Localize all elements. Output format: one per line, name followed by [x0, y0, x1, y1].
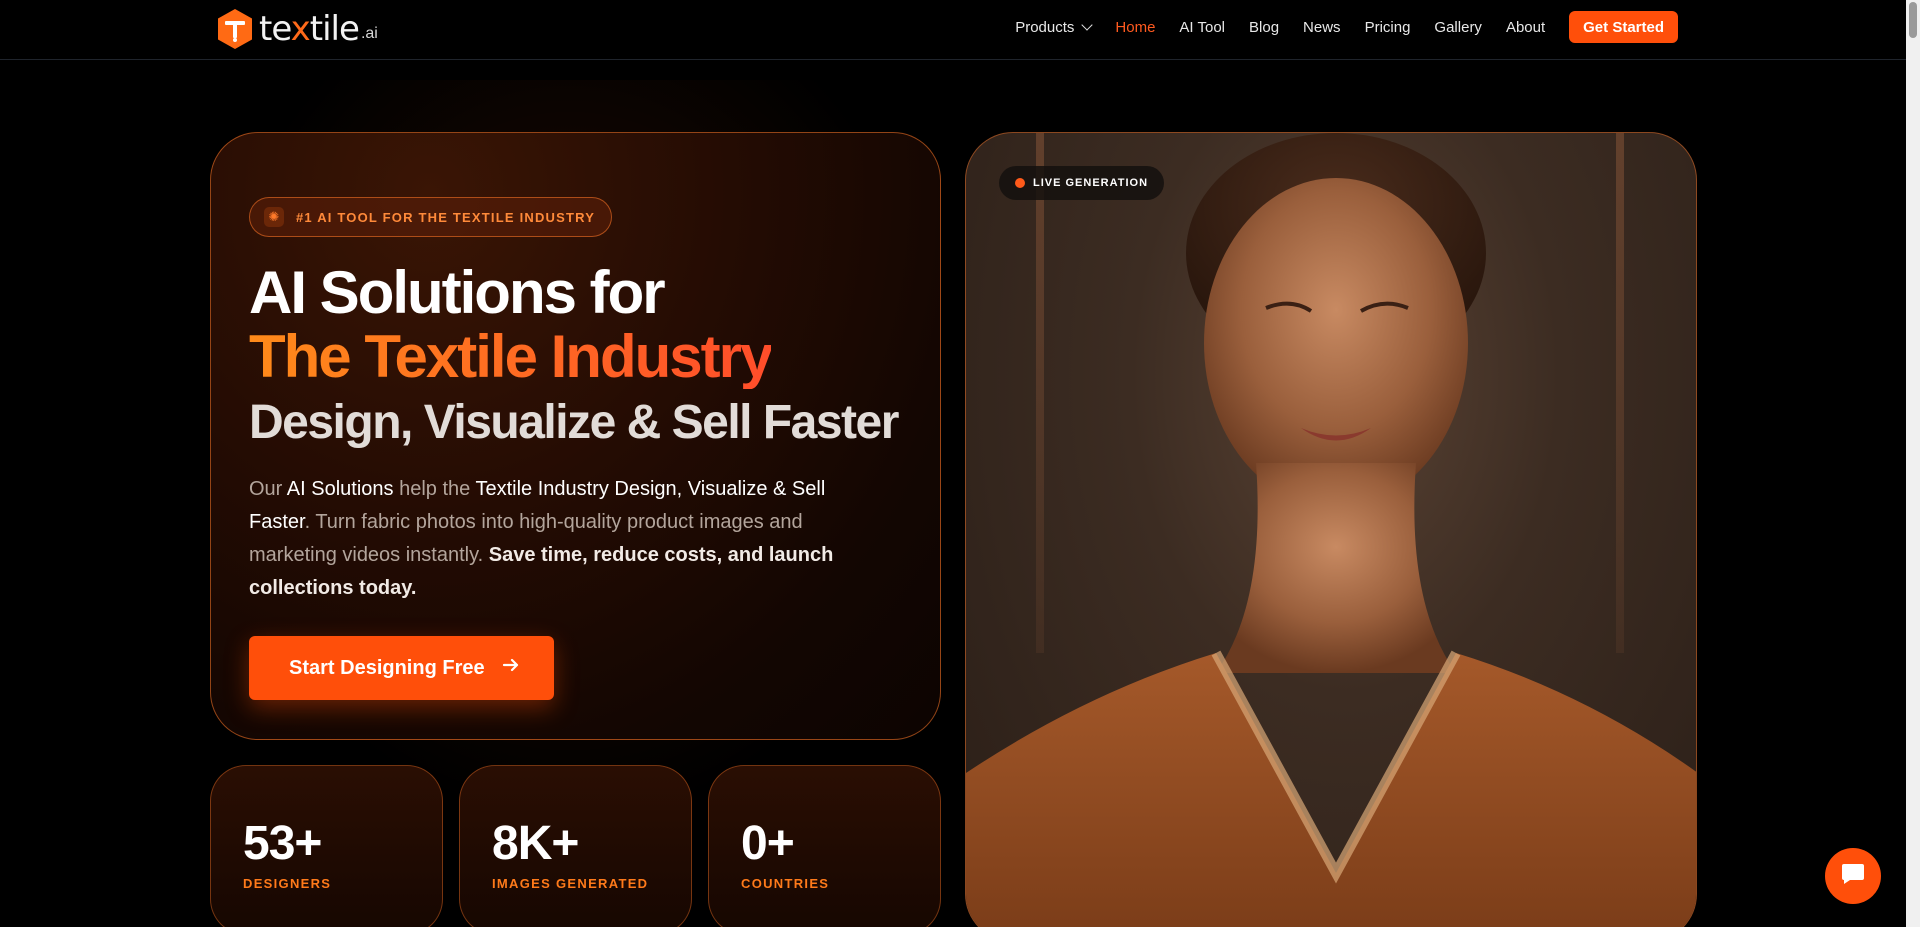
chat-widget-button[interactable] [1825, 848, 1881, 904]
arrow-right-icon [501, 655, 521, 681]
hero-description: Our AI Solutions help the Textile Indust… [249, 478, 834, 599]
stat-label: DESIGNERS [243, 876, 332, 891]
stat-card-designers: 53+ DESIGNERS [210, 765, 443, 927]
live-generation-label: LIVE GENERATION [1033, 177, 1149, 189]
chat-bubble-icon [1840, 862, 1866, 891]
nav-pricing[interactable]: Pricing [1365, 19, 1411, 36]
stat-label: COUNTRIES [741, 876, 830, 891]
scrollbar-thumb[interactable] [1909, 2, 1917, 38]
brand-suffix: .ai [360, 25, 378, 42]
hero-badge: ✺ #1 AI TOOL FOR THE TEXTILE INDUSTRY [249, 197, 613, 237]
live-generation-badge: LIVE GENERATION [999, 166, 1165, 200]
hero-title-line2: The Textile Industry [249, 323, 773, 390]
page-scrollbar[interactable] [1906, 0, 1920, 927]
nav-news[interactable]: News [1303, 19, 1341, 36]
main-menu: Products Home AI Tool Blog News Pricing … [991, 11, 1678, 43]
chevron-down-icon [1081, 19, 1094, 31]
hero-card: ✺ #1 AI TOOL FOR THE TEXTILE INDUSTRY AI… [210, 132, 941, 740]
start-designing-button[interactable]: Start Designing Free [249, 636, 554, 700]
stat-card-countries: 0+ COUNTRIES [708, 765, 941, 927]
get-started-button[interactable]: Get Started [1569, 11, 1678, 43]
nav-gallery[interactable]: Gallery [1434, 19, 1482, 36]
showcase-image-card: LIVE GENERATION [965, 132, 1697, 927]
hero-badge-text: #1 AI TOOL FOR THE TEXTILE INDUSTRY [296, 209, 596, 225]
live-dot-icon [1015, 178, 1025, 188]
stat-value: 53+ [243, 817, 322, 870]
nav-blog[interactable]: Blog [1249, 19, 1279, 36]
stat-label: IMAGES GENERATED [492, 876, 649, 891]
hero-title-line1: AI Solutions for [249, 259, 666, 326]
stat-value: 8K+ [492, 817, 579, 870]
sparkle-icon: ✺ [264, 207, 284, 227]
start-designing-label: Start Designing Free [289, 656, 485, 679]
top-navbar: textile .ai Products Home AI Tool Blog N… [0, 0, 1906, 60]
hero-title: AI Solutions for The Textile Industry [249, 259, 773, 390]
hero-subtitle: Design, Visualize & Sell Faster [249, 396, 899, 449]
brand-name: textile [259, 9, 360, 49]
nav-home[interactable]: Home [1115, 19, 1155, 36]
stat-card-images: 8K+ IMAGES GENERATED [459, 765, 692, 927]
nav-about[interactable]: About [1506, 19, 1545, 36]
model-portrait-image [966, 133, 1696, 927]
brand-logo[interactable]: textile .ai [216, 6, 378, 52]
nav-products[interactable]: Products [1015, 19, 1094, 36]
stat-value: 0+ [741, 817, 795, 870]
nav-ai-tool[interactable]: AI Tool [1179, 19, 1225, 36]
logo-hexagon-icon [216, 8, 254, 50]
